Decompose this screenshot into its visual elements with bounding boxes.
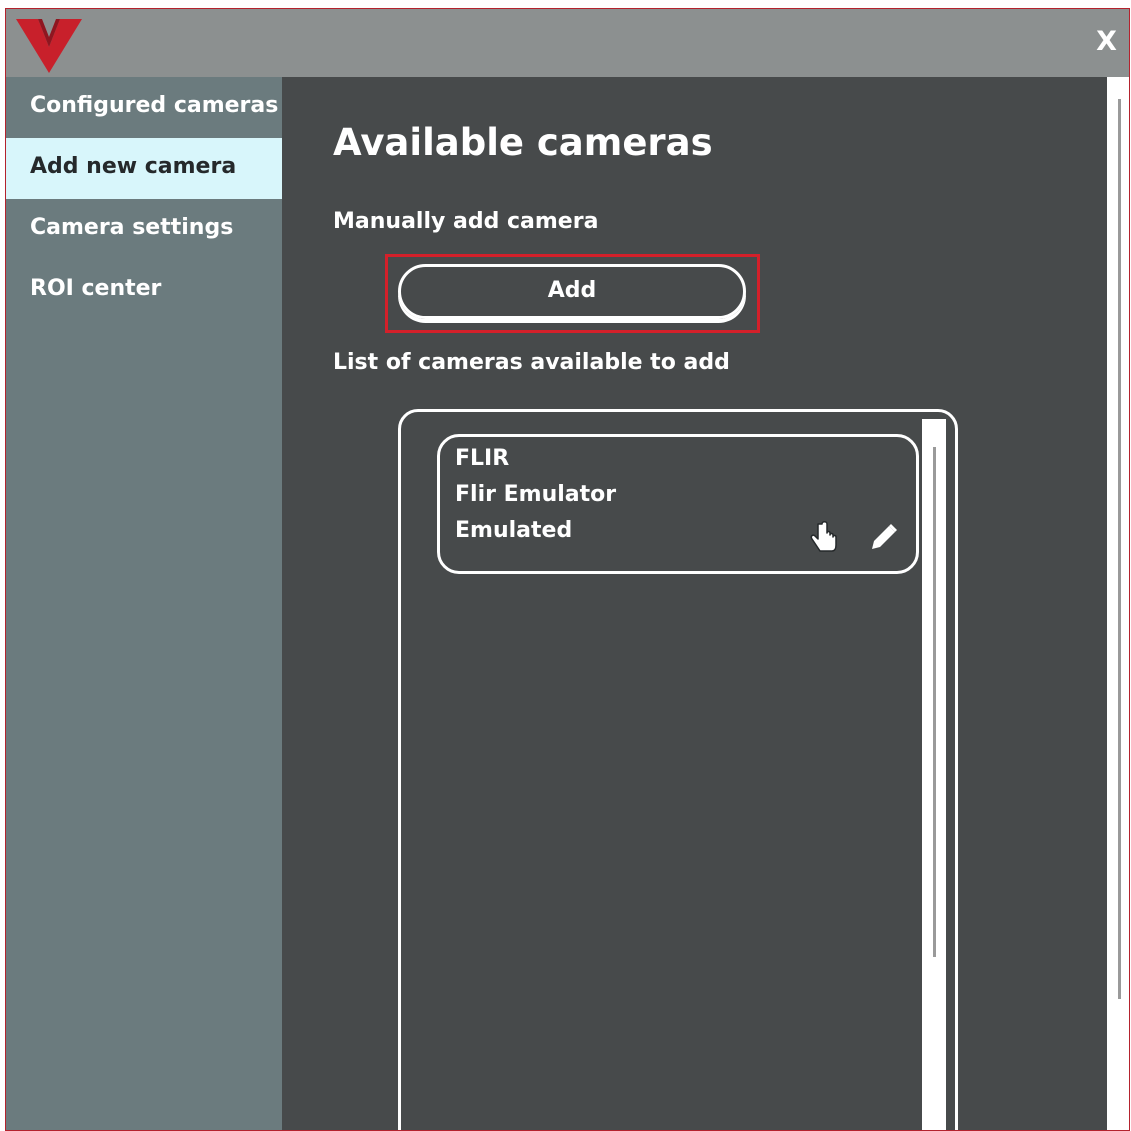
pencil-edit-icon[interactable] (868, 521, 900, 553)
camera-list-heading: List of cameras available to add (333, 350, 730, 375)
main-content: Available cameras Manually add camera Ad… (282, 77, 1129, 1130)
camera-vendor: FLIR (455, 446, 510, 471)
close-button[interactable]: X (1096, 26, 1117, 57)
sidebar-item-roi-center[interactable]: ROI center (6, 260, 282, 321)
hand-pointer-icon (810, 521, 837, 552)
add-camera-button[interactable]: Add (398, 264, 746, 319)
title-bar: X (6, 9, 1129, 77)
camera-list-item[interactable]: FLIR Flir Emulator Emulated (437, 434, 919, 574)
app-window: X Configured cameras Add new camera Came… (5, 8, 1130, 1131)
camera-list-scroll-thumb[interactable] (933, 447, 936, 957)
sidebar-item-add-new-camera[interactable]: Add new camera (6, 138, 282, 199)
main-scroll-thumb[interactable] (1118, 99, 1121, 999)
page-title: Available cameras (333, 121, 713, 164)
camera-model: Flir Emulator (455, 482, 617, 507)
camera-type: Emulated (455, 518, 573, 543)
app-logo-icon (16, 19, 82, 73)
sidebar-item-configured-cameras[interactable]: Configured cameras (6, 77, 282, 138)
manual-add-heading: Manually add camera (333, 209, 599, 234)
sidebar: Configured cameras Add new camera Camera… (6, 77, 282, 1130)
sidebar-item-camera-settings[interactable]: Camera settings (6, 199, 282, 260)
